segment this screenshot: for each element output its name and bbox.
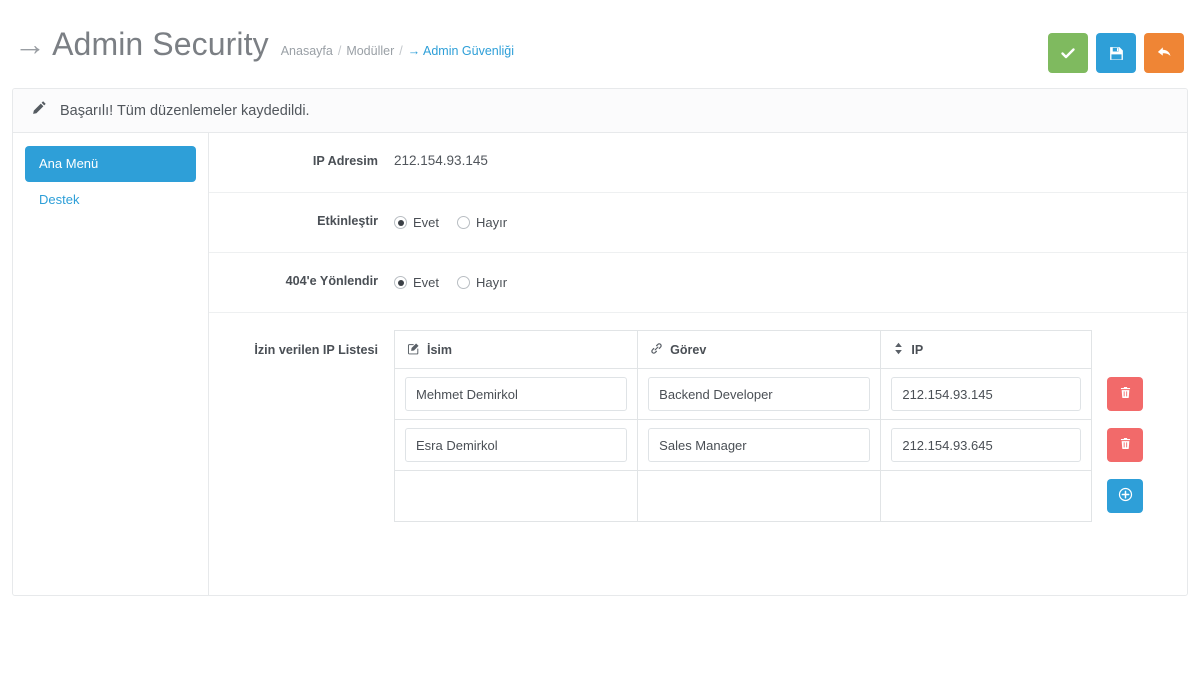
form-row-enable: Etkinleştir Evet Hayır <box>209 193 1187 253</box>
label-redirect404: 404'e Yönlendir <box>285 274 378 288</box>
cell-empty-ip <box>880 470 1093 522</box>
form-row-ip-address: IP Adresim 212.154.93.145 <box>209 133 1187 193</box>
value-ip-address: 212.154.93.145 <box>394 153 488 168</box>
column-header-actions <box>1091 330 1159 369</box>
ip-input[interactable] <box>891 428 1082 462</box>
cell-add-action <box>1092 471 1159 522</box>
save-button[interactable] <box>1096 33 1136 73</box>
breadcrumb: Anasayfa / Modüller / → Admin Güvenliği <box>281 44 514 58</box>
form-row-ip-list: İzin verilen IP Listesi İsim Görev IP Me… <box>209 313 1187 544</box>
role-input[interactable] <box>648 377 871 411</box>
cell-actions <box>1092 369 1159 420</box>
table-row <box>393 368 1159 420</box>
cell-empty-role <box>637 470 882 522</box>
link-icon <box>650 342 663 358</box>
title-arrow-icon: → <box>14 25 47 62</box>
breadcrumb-separator-2: / <box>399 43 403 58</box>
column-header-role: Görev <box>637 330 882 369</box>
radio-enable-yes[interactable]: Evet <box>394 215 439 230</box>
check-icon <box>1060 45 1076 61</box>
page-title: → Admin Security <box>14 26 269 63</box>
trash-icon <box>1119 437 1132 453</box>
cell-role <box>637 368 882 420</box>
cell-empty-name <box>393 470 639 522</box>
sidebar-item-destek[interactable]: Destek <box>25 182 196 218</box>
plus-circle-icon <box>1118 487 1133 505</box>
table-add-row <box>393 470 1159 522</box>
trash-icon <box>1119 386 1132 402</box>
column-header-ip-label: IP <box>911 342 924 357</box>
breadcrumb-home[interactable]: Anasayfa <box>281 44 333 58</box>
form-row-redirect404: 404'e Yönlendir Evet Hayır <box>209 253 1187 313</box>
column-header-name-label: İsim <box>427 342 453 357</box>
ip-list-table-wrap: İsim Görev IP Mehmet Demirkol Backend De… <box>393 313 1187 544</box>
radio-enable-yes-label: Evet <box>413 215 440 230</box>
field-redirect404: Evet Hayır <box>394 253 1187 306</box>
radio-enable-no-label: Hayır <box>476 215 508 230</box>
radio-group-enable: Evet Hayır <box>394 212 1187 230</box>
cell-ip <box>880 419 1093 471</box>
column-header-name: İsim <box>393 330 639 369</box>
pencil-square-icon <box>407 342 420 358</box>
role-input[interactable] <box>648 428 871 462</box>
radio-redirect404-yes[interactable]: Evet <box>394 275 439 290</box>
column-header-role-label: Görev <box>670 342 707 357</box>
sidebar: Ana Menü Destek <box>13 133 209 595</box>
undo-arrow-icon <box>1156 45 1173 61</box>
label-ip-address: IP Adresim <box>312 154 378 168</box>
sidebar-item-ana-menu[interactable]: Ana Menü <box>25 146 196 183</box>
header-actions <box>1048 33 1184 73</box>
cell-actions <box>1092 420 1159 471</box>
page-title-text: Admin Security <box>52 25 269 62</box>
back-button[interactable] <box>1144 33 1184 73</box>
success-alert: Başarılı! Tüm düzenlemeler kaydedildi. <box>13 89 1187 133</box>
name-input[interactable] <box>405 377 628 411</box>
table-row <box>393 419 1159 471</box>
label-ip-list: İzin verilen IP Listesi <box>254 343 378 357</box>
table-header-row: İsim Görev IP <box>393 330 1159 369</box>
floppy-disk-icon <box>1109 46 1124 61</box>
delete-row-button[interactable] <box>1107 428 1144 462</box>
field-ip-address: 212.154.93.145 <box>394 133 1187 184</box>
breadcrumb-modules[interactable]: Modüller <box>346 44 394 58</box>
cell-role <box>637 419 882 471</box>
title-wrap: → Admin Security Anasayfa / Modüller / → Admi… <box>14 26 514 63</box>
approve-button[interactable] <box>1048 33 1088 73</box>
page-header: → Admin Security Anasayfa / Modüller / → Admi… <box>0 0 1200 88</box>
radio-redirect404-yes-label: Evet <box>413 275 440 290</box>
column-header-ip[interactable]: IP <box>880 330 1093 369</box>
cell-name <box>393 368 639 420</box>
cell-ip <box>880 368 1093 420</box>
cell-name <box>393 419 639 471</box>
radio-group-redirect404: Evet Hayır <box>394 272 1187 290</box>
name-input[interactable] <box>405 428 628 462</box>
ip-input[interactable] <box>891 377 1082 411</box>
radio-redirect404-yes-dot[interactable] <box>394 276 407 289</box>
breadcrumb-current[interactable]: → Admin Güvenliği <box>408 44 514 58</box>
delete-row-button[interactable] <box>1107 377 1144 411</box>
radio-redirect404-no-dot[interactable] <box>457 276 471 289</box>
radio-redirect404-no-label: Hayır <box>476 275 508 290</box>
panel-body: Ana Menü Destek IP Adresim 212.154.93.14… <box>13 133 1187 595</box>
add-row-button[interactable] <box>1107 479 1144 513</box>
radio-enable-no-dot[interactable] <box>457 216 471 229</box>
main-panel: Başarılı! Tüm düzenlemeler kaydedildi. A… <box>12 88 1188 596</box>
breadcrumb-separator-1: / <box>337 43 342 58</box>
pencil-icon <box>31 100 47 121</box>
radio-enable-yes-dot[interactable] <box>394 216 407 229</box>
field-enable: Evet Hayır <box>394 193 1187 246</box>
radio-enable-no[interactable]: Hayır <box>457 215 507 230</box>
sort-icon[interactable] <box>893 342 904 358</box>
settings-form: IP Adresim 212.154.93.145 Etkinleştir Ev… <box>209 133 1187 595</box>
label-enable: Etkinleştir <box>317 214 378 228</box>
ip-list-table: İsim Görev IP Mehmet Demirkol Backend De… <box>393 330 1159 522</box>
alert-message: Başarılı! Tüm düzenlemeler kaydedildi. <box>60 102 310 119</box>
radio-redirect404-no[interactable]: Hayır <box>457 275 507 290</box>
